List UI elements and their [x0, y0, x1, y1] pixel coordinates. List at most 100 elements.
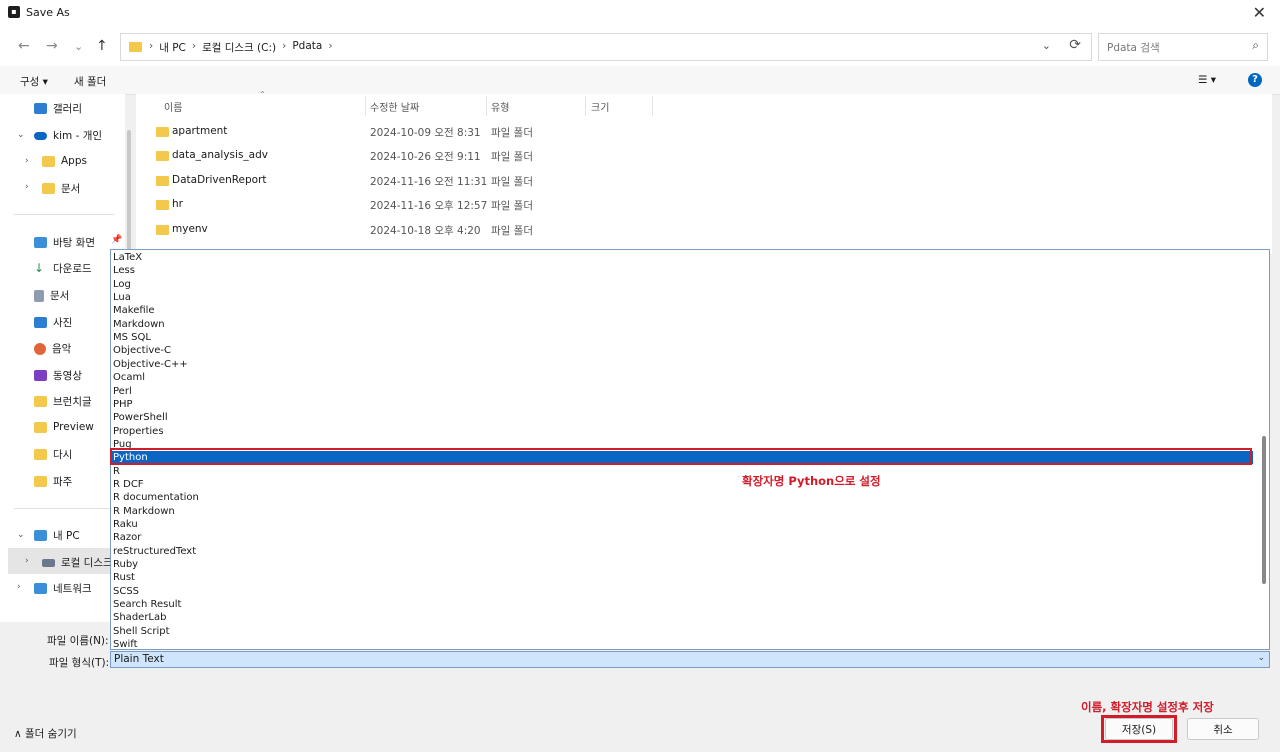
sidebar-item-desktop[interactable]: 바탕 화면: [34, 235, 95, 250]
sidebar-item-label: 파주: [53, 476, 73, 488]
dropdown-option[interactable]: PHP: [113, 398, 133, 411]
file-list: ⌃ 이름 수정한 날짜 유형 크기 apartment 2024-10-09 오…: [136, 90, 1272, 254]
chevron-down-icon[interactable]: ⌄: [1042, 39, 1051, 52]
dropdown-option[interactable]: reStructuredText: [113, 545, 196, 558]
annotation-python: 확장자명 Python으로 설정: [742, 474, 881, 488]
dropdown-option[interactable]: Objective-C: [113, 344, 171, 357]
address-bar[interactable]: › 내 PC › 로컬 디스크 (C:) › Pdata › ⌄ ⟳: [120, 33, 1092, 61]
dropdown-option[interactable]: Properties: [113, 425, 164, 438]
hide-folders-toggle[interactable]: ∧ 폴더 숨기기: [14, 726, 77, 741]
chevron-down-icon: ⌄: [1257, 653, 1265, 663]
column-header-type[interactable]: 유형: [491, 99, 509, 114]
dropdown-scrollbar[interactable]: [1262, 436, 1266, 584]
sidebar-item-music[interactable]: 음악: [34, 341, 71, 356]
sidebar-item-onedrive[interactable]: kim - 개인: [34, 128, 102, 143]
dropdown-option[interactable]: Ocaml: [113, 371, 145, 384]
dropdown-option[interactable]: MS SQL: [113, 331, 151, 344]
refresh-icon[interactable]: ⟳: [1069, 37, 1081, 53]
column-header-date[interactable]: 수정한 날짜: [370, 99, 419, 114]
dropdown-option[interactable]: Makefile: [113, 304, 155, 317]
sidebar-item-network[interactable]: 네트워크: [34, 581, 92, 596]
recent-locations-icon[interactable]: ⌄: [74, 40, 83, 53]
file-type-value: Plain Text: [114, 653, 164, 665]
sidebar-item-gallery[interactable]: 갤러리: [34, 101, 82, 116]
dropdown-option[interactable]: Search Result: [113, 598, 181, 611]
drive-icon: [42, 558, 55, 567]
dropdown-option[interactable]: Markdown: [113, 318, 165, 331]
chevron-right-icon[interactable]: ›: [17, 582, 21, 592]
column-header-name[interactable]: 이름: [164, 99, 182, 114]
table-row[interactable]: myenv 2024-10-18 오후 4:20 파일 폴더: [136, 218, 696, 242]
up-arrow-icon[interactable]: ↑: [96, 38, 108, 54]
sidebar-item-label: 갤러리: [53, 103, 82, 115]
dropdown-option[interactable]: Swift: [113, 638, 138, 649]
breadcrumb-pdata[interactable]: Pdata: [292, 40, 322, 55]
dropdown-option[interactable]: R Markdown: [113, 505, 175, 518]
dropdown-option[interactable]: ShaderLab: [113, 611, 166, 624]
sidebar-item-local-disk[interactable]: 로컬 디스크: [42, 555, 113, 570]
gallery-icon: [34, 103, 47, 114]
help-icon[interactable]: ?: [1248, 73, 1262, 87]
column-divider: [486, 96, 487, 116]
file-date: 2024-10-09 오전 8:31: [370, 127, 481, 139]
chevron-right-icon[interactable]: ›: [25, 182, 29, 192]
dropdown-option[interactable]: Raku: [113, 518, 138, 531]
window-title: Save As: [26, 6, 70, 19]
dropdown-option[interactable]: Shell Script: [113, 625, 170, 638]
sidebar-item-dasi[interactable]: 다시: [34, 447, 72, 462]
dropdown-option[interactable]: R: [113, 465, 120, 478]
sidebar-item-downloads[interactable]: ↓ 다운로드: [34, 261, 92, 276]
sidebar-item-brunch[interactable]: 브런치글: [34, 394, 92, 409]
sidebar-item-my-pc[interactable]: 내 PC: [34, 528, 80, 543]
dropdown-option[interactable]: PowerShell: [113, 411, 168, 424]
new-folder-button[interactable]: 새 폴더: [74, 74, 106, 89]
dropdown-option[interactable]: Razor: [113, 531, 141, 544]
file-type-select[interactable]: Plain Text ⌄: [110, 651, 1270, 668]
chevron-right-icon[interactable]: ›: [25, 156, 29, 166]
breadcrumb-separator: ›: [282, 40, 287, 52]
breadcrumb-my-pc[interactable]: 내 PC: [159, 40, 186, 55]
organize-menu[interactable]: 구성 ▾: [20, 74, 48, 89]
back-arrow-icon[interactable]: ←: [18, 38, 30, 54]
column-divider: [585, 96, 586, 116]
sidebar-item-videos[interactable]: 동영상: [34, 368, 82, 383]
dropdown-option[interactable]: Objective-C++: [113, 358, 188, 371]
dropdown-option[interactable]: R documentation: [113, 491, 199, 504]
table-row[interactable]: data_analysis_adv 2024-10-26 오전 9:11 파일 …: [136, 144, 696, 168]
dropdown-option[interactable]: Log: [113, 278, 131, 291]
app-icon: ▪: [8, 6, 20, 18]
video-icon: [34, 370, 47, 381]
table-row[interactable]: hr 2024-11-16 오후 12:57 파일 폴더: [136, 193, 696, 217]
sidebar-item-pictures[interactable]: 사진: [34, 315, 72, 330]
forward-arrow-icon[interactable]: →: [46, 38, 58, 54]
search-box[interactable]: Pdata 검색 ⌕: [1098, 33, 1268, 61]
table-row[interactable]: apartment 2024-10-09 오전 8:31 파일 폴더: [136, 120, 696, 144]
cancel-button[interactable]: 취소: [1187, 718, 1259, 740]
dropdown-option[interactable]: R DCF: [113, 478, 144, 491]
table-row[interactable]: DataDrivenReport 2024-11-16 오전 11:31 파일 …: [136, 169, 696, 193]
sidebar-item-documents[interactable]: 문서: [34, 288, 69, 303]
column-header-size[interactable]: 크기: [591, 99, 609, 114]
file-type: 파일 폴더: [491, 151, 533, 163]
chevron-right-icon[interactable]: ›: [25, 556, 29, 566]
command-bar: 구성 ▾ 새 폴더 ☰ ▾ ?: [0, 66, 1280, 95]
search-input[interactable]: Pdata 검색: [1107, 40, 1160, 55]
filetype-label: 파일 형식(T):: [49, 657, 110, 669]
sidebar-item-apps[interactable]: Apps: [42, 155, 87, 167]
dropdown-option[interactable]: Lua: [113, 291, 131, 304]
sidebar-item-paju[interactable]: 파주: [34, 474, 72, 489]
sidebar-item-preview[interactable]: Preview: [34, 421, 94, 433]
breadcrumb-local-disk[interactable]: 로컬 디스크 (C:): [202, 40, 276, 55]
view-options-icon[interactable]: ☰ ▾: [1198, 74, 1216, 86]
sidebar-item-documents-cloud[interactable]: 문서: [42, 181, 80, 196]
dropdown-option[interactable]: Perl: [113, 385, 132, 398]
folder-icon: [42, 155, 55, 167]
chevron-down-icon[interactable]: ⌄: [17, 530, 25, 540]
chevron-down-icon[interactable]: ⌄: [17, 130, 25, 140]
dropdown-option[interactable]: SCSS: [113, 585, 139, 598]
dropdown-option[interactable]: Ruby: [113, 558, 138, 571]
dropdown-option[interactable]: Less: [113, 264, 135, 277]
dropdown-option[interactable]: Rust: [113, 571, 135, 584]
close-icon[interactable]: ✕: [1253, 3, 1266, 22]
dropdown-option[interactable]: LaTeX: [113, 251, 142, 264]
